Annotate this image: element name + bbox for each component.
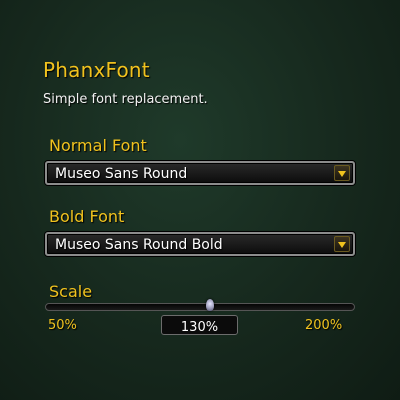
- scale-min-label: 50%: [48, 318, 77, 333]
- bold-font-dropdown-button[interactable]: [334, 236, 350, 252]
- normal-font-label: Normal Font: [49, 136, 147, 155]
- bold-font-label: Bold Font: [49, 207, 125, 226]
- scale-max-label: 200%: [305, 318, 343, 333]
- normal-font-value: Museo Sans Round: [55, 166, 188, 182]
- options-panel: PhanxFont Simple font replacement. Norma…: [0, 0, 400, 400]
- chevron-down-icon: [338, 242, 346, 248]
- addon-title: PhanxFont: [43, 58, 150, 82]
- scale-slider-thumb[interactable]: [206, 299, 215, 311]
- scale-value: 130%: [180, 320, 219, 335]
- bold-font-dropdown[interactable]: Museo Sans Round Bold: [45, 232, 355, 256]
- normal-font-dropdown-button[interactable]: [334, 165, 350, 181]
- bold-font-value: Museo Sans Round Bold: [55, 237, 223, 253]
- chevron-down-icon: [338, 171, 346, 177]
- scale-slider-track[interactable]: [45, 303, 355, 311]
- addon-subtitle: Simple font replacement.: [43, 92, 208, 107]
- normal-font-dropdown[interactable]: Museo Sans Round: [45, 161, 355, 185]
- scale-label: Scale: [49, 282, 93, 301]
- scale-value-box[interactable]: 130%: [161, 315, 238, 335]
